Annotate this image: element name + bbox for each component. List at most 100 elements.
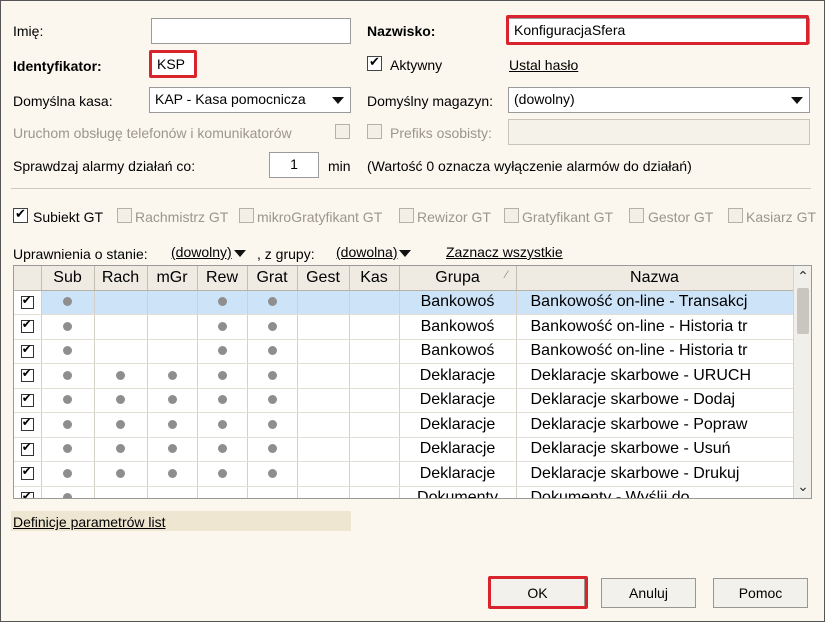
aktywny-checkbox[interactable] xyxy=(367,54,382,71)
col-header-gest[interactable]: Gest xyxy=(297,266,350,291)
scroll-up-icon[interactable]: ⌃ xyxy=(796,268,810,286)
table-row[interactable]: DeklaracjeDeklaracje skarbowe - Usuń xyxy=(14,437,794,462)
table-row[interactable]: DeklaracjeDeklaracje skarbowe - Popraw xyxy=(14,412,794,438)
grupa-label: , z grupy: xyxy=(257,246,315,262)
module-cell xyxy=(247,461,298,487)
sprawdzaj-input[interactable]: 1 xyxy=(269,152,319,178)
imie-input[interactable] xyxy=(151,18,351,44)
ok-button[interactable]: OK xyxy=(490,578,585,608)
row-checkbox[interactable] xyxy=(20,415,34,432)
row-check-cell[interactable] xyxy=(14,388,42,413)
zaznacz-wszystkie-link[interactable]: Zaznacz wszystkie xyxy=(446,244,563,260)
module-cell xyxy=(147,437,198,462)
row-checkbox[interactable] xyxy=(20,293,34,309)
module-cell xyxy=(94,486,148,498)
domyslny-magazyn-select[interactable]: (dowolny) xyxy=(508,87,810,113)
module-checkbox-kasiarz[interactable] xyxy=(728,208,743,223)
grupa-cell: Dokumenty xyxy=(399,486,517,498)
nazwisko-input[interactable]: KonfiguracjaSfera xyxy=(508,18,810,44)
table-row[interactable]: DeklaracjeDeklaracje skarbowe - Drukuj xyxy=(14,461,794,487)
module-dot-icon xyxy=(217,444,227,454)
col-header-mgr[interactable]: mGr xyxy=(147,266,198,291)
stan-value: (dowolny) xyxy=(171,244,232,260)
module-dot-icon xyxy=(267,395,277,405)
row-check-cell[interactable] xyxy=(14,290,42,315)
prefiks-checkbox[interactable] xyxy=(367,124,382,139)
imie-label: Imię: xyxy=(13,23,44,39)
module-dot-icon xyxy=(63,444,72,454)
row-checkbox[interactable] xyxy=(20,342,34,358)
row-checkbox[interactable] xyxy=(20,391,34,407)
domyslna-kasa-select[interactable]: KAP - Kasa pomocnicza xyxy=(149,87,351,113)
module-checkbox-mikrogratyfikant[interactable] xyxy=(239,208,254,223)
module-cell xyxy=(94,437,148,462)
identyfikator-input[interactable]: KSP xyxy=(151,52,195,78)
row-checkbox[interactable] xyxy=(20,464,34,481)
module-cell xyxy=(41,437,95,462)
module-cell xyxy=(349,290,400,315)
prefiks-input[interactable] xyxy=(508,119,810,145)
module-checkbox-gratyfikant[interactable] xyxy=(504,208,519,223)
definicje-parametrow-link[interactable]: Definicje parametrów list xyxy=(13,514,166,530)
table-row[interactable]: BankowośBankowość on-line - Historia tr xyxy=(14,339,794,364)
table-row[interactable]: DeklaracjeDeklaracje skarbowe - Dodaj xyxy=(14,388,794,413)
col-header-sub[interactable]: Sub xyxy=(41,266,95,291)
module-dot-icon xyxy=(217,297,227,307)
row-check-cell[interactable] xyxy=(14,412,42,438)
scroll-thumb[interactable] xyxy=(797,288,809,334)
module-cell xyxy=(297,290,350,315)
row-check-cell[interactable] xyxy=(14,363,42,389)
grupa-cell: Deklaracje xyxy=(399,388,517,413)
nazwa-cell: Dokumenty - Wyślij do xyxy=(516,486,794,498)
table-row[interactable]: BankowośBankowość on-line - Historia tr xyxy=(14,314,794,340)
table-row[interactable]: DokumentyDokumenty - Wyślij do xyxy=(14,486,794,498)
row-checkbox[interactable] xyxy=(20,317,34,334)
col-header-rew[interactable]: Rew xyxy=(197,266,248,291)
ustal-haslo-link[interactable]: Ustal hasło xyxy=(509,57,578,73)
module-checkbox-subiekt[interactable] xyxy=(13,206,28,223)
sprawdzaj-label: Sprawdzaj alarmy działań co: xyxy=(13,158,196,174)
module-cell xyxy=(147,290,198,315)
col-header-rach[interactable]: Rach xyxy=(94,266,148,291)
stan-dropdown[interactable]: (dowolny) xyxy=(171,244,246,260)
col-header-grupa[interactable]: Grupa ⁄ xyxy=(399,266,517,291)
uruchom-checkbox[interactable] xyxy=(335,124,350,139)
chevron-down-icon xyxy=(233,249,246,257)
col-header-grat[interactable]: Grat xyxy=(247,266,298,291)
identyfikator-label: Identyfikator: xyxy=(13,58,102,74)
row-check-cell[interactable] xyxy=(14,339,42,364)
table-row[interactable]: BankowośBankowość on-line - Transakcj xyxy=(14,290,794,315)
nazwa-cell: Deklaracje skarbowe - Usuń xyxy=(516,437,794,462)
row-check-cell[interactable] xyxy=(14,314,42,340)
col-header-kas[interactable]: Kas xyxy=(349,266,400,291)
grupa-cell: Deklaracje xyxy=(399,461,517,487)
vertical-scrollbar[interactable]: ⌃ ⌄ xyxy=(793,266,811,498)
permissions-grid[interactable]: Sub Rach mGr Rew Grat Gest Kas Grupa ⁄ Na… xyxy=(13,265,812,499)
row-checkbox[interactable] xyxy=(20,366,34,383)
module-dot-icon xyxy=(267,444,277,454)
col-header-nazwa[interactable]: Nazwa xyxy=(516,266,794,291)
module-checkbox-rachmistrz[interactable] xyxy=(117,208,132,223)
module-dot-icon xyxy=(167,370,177,380)
col-header-check[interactable] xyxy=(14,266,42,291)
row-checkbox[interactable] xyxy=(20,440,34,456)
module-cell xyxy=(147,412,198,438)
row-checkbox[interactable] xyxy=(20,489,34,498)
module-cell xyxy=(41,388,95,413)
module-label-subiekt: Subiekt GT xyxy=(33,209,104,225)
module-cell xyxy=(349,314,400,340)
module-dot-icon xyxy=(217,468,227,478)
pomoc-button[interactable]: Pomoc xyxy=(713,578,808,608)
module-cell xyxy=(94,461,148,487)
row-check-cell[interactable] xyxy=(14,437,42,462)
module-checkbox-rewizor[interactable] xyxy=(399,208,414,223)
scroll-down-icon[interactable]: ⌄ xyxy=(796,478,810,496)
row-check-cell[interactable] xyxy=(14,486,42,498)
row-check-cell[interactable] xyxy=(14,461,42,487)
module-cell xyxy=(147,388,198,413)
anuluj-button[interactable]: Anuluj xyxy=(601,578,696,608)
module-checkbox-gestor[interactable] xyxy=(629,208,644,223)
grupa-dropdown[interactable]: (dowolna) xyxy=(336,244,412,260)
table-row[interactable]: DeklaracjeDeklaracje skarbowe - URUCH xyxy=(14,363,794,389)
module-cell xyxy=(297,388,350,413)
